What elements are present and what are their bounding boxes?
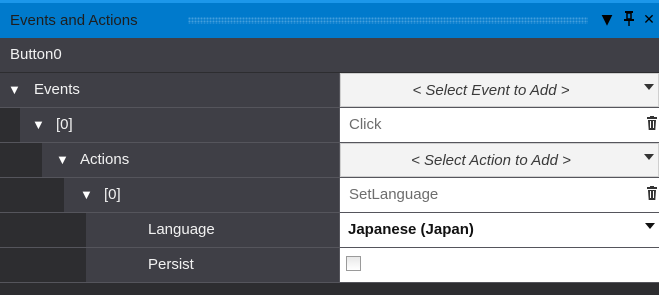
pin-icon[interactable] <box>620 10 638 30</box>
property-label: Actions <box>80 151 130 168</box>
chevron-down-icon[interactable] <box>645 223 655 229</box>
property-row-events: ▼ Events < Select Event to Add > <box>0 73 659 108</box>
property-label: [0] <box>104 186 121 203</box>
trash-icon[interactable] <box>647 186 657 200</box>
chevron-down-icon[interactable] <box>644 84 654 90</box>
property-row-persist: Persist <box>0 248 659 283</box>
window-position-dropdown-icon[interactable]: ▼ <box>598 10 616 30</box>
property-label: Events <box>34 81 80 98</box>
property-label-cell: Persist <box>0 248 340 282</box>
property-label-cell: ▼ Events <box>0 73 340 107</box>
grid-bottom-area <box>0 283 659 295</box>
property-label: Persist <box>148 256 194 273</box>
action-0-text: SetLanguage <box>349 186 439 203</box>
selected-object-bar: Button0 <box>0 38 659 73</box>
select-action-combo[interactable]: < Select Action to Add > <box>340 143 659 177</box>
panel-title: Events and Actions <box>10 12 138 29</box>
property-row-action-0: ▼ [0] SetLanguage <box>0 178 659 213</box>
trash-icon[interactable] <box>647 116 657 130</box>
property-label-cell: ▼ Actions <box>0 143 340 177</box>
chevron-down-icon[interactable] <box>644 154 654 160</box>
property-label: Language <box>148 221 215 238</box>
select-event-combo[interactable]: < Select Event to Add > <box>340 73 659 107</box>
expand-arrow-icon[interactable]: ▼ <box>56 152 69 167</box>
expand-arrow-icon[interactable]: ▼ <box>8 82 21 97</box>
persist-value-cell <box>340 248 659 282</box>
drag-grip[interactable] <box>188 17 588 24</box>
action-0-value[interactable]: SetLanguage <box>340 178 659 212</box>
property-label-cell: Language <box>0 213 340 247</box>
expand-arrow-icon[interactable]: ▼ <box>80 187 93 202</box>
language-dropdown[interactable]: Japanese (Japan) <box>340 213 659 247</box>
event-0-text: Click <box>349 116 382 133</box>
property-label-cell: ▼ [0] <box>0 178 340 212</box>
property-row-language: Language Japanese (Japan) <box>0 213 659 248</box>
persist-checkbox[interactable] <box>346 256 361 271</box>
close-icon[interactable]: ✕ <box>640 10 658 30</box>
select-event-text: < Select Event to Add > <box>412 82 570 99</box>
expand-arrow-icon[interactable]: ▼ <box>32 117 45 132</box>
property-row-event-0: ▼ [0] Click <box>0 108 659 143</box>
property-label: [0] <box>56 116 73 133</box>
language-value: Japanese (Japan) <box>348 221 474 238</box>
select-action-text: < Select Action to Add > <box>411 152 571 169</box>
property-row-actions: ▼ Actions < Select Action to Add > <box>0 143 659 178</box>
event-0-value[interactable]: Click <box>340 108 659 142</box>
panel-title-bar[interactable]: Events and Actions ▼ ✕ <box>0 0 659 38</box>
events-and-actions-panel: Events and Actions ▼ ✕ Button0 ▼ Events … <box>0 0 659 295</box>
property-grid: ▼ Events < Select Event to Add > ▼ [0] C… <box>0 73 659 283</box>
property-label-cell: ▼ [0] <box>0 108 340 142</box>
selected-object-name: Button0 <box>10 46 62 63</box>
